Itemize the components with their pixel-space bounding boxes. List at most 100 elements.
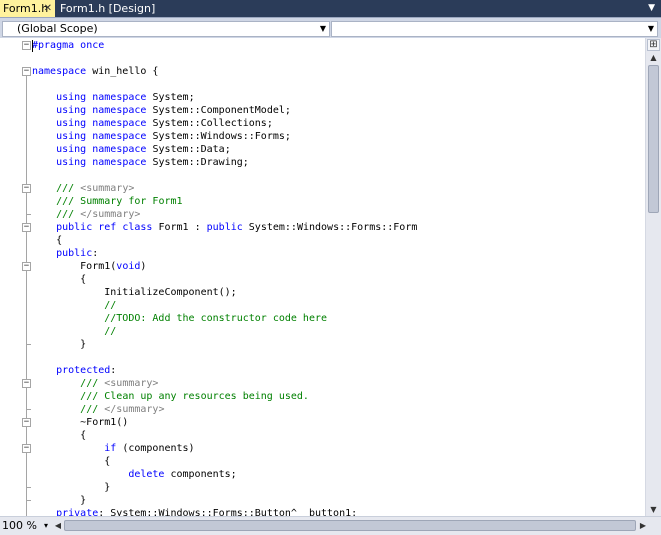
- code-line[interactable]: {: [32, 429, 86, 442]
- keyword-token: delete: [128, 469, 165, 480]
- code-line[interactable]: if (components): [32, 442, 194, 455]
- chevron-down-icon[interactable]: ▾: [44, 519, 48, 533]
- code-line[interactable]: {: [32, 273, 86, 286]
- scroll-down-icon[interactable]: ▼: [646, 503, 661, 516]
- vertical-scroll-thumb[interactable]: [648, 65, 659, 213]
- comment-token: ///: [56, 183, 81, 194]
- keyword-token: namespace: [92, 157, 147, 168]
- zoom-dropdown[interactable]: 100 % ▾: [2, 519, 50, 533]
- code-line[interactable]: InitializeComponent();: [32, 286, 236, 299]
- code-line[interactable]: }: [32, 338, 86, 351]
- collapse-icon[interactable]: −: [22, 184, 31, 193]
- doc-tag-token: <summary>: [104, 378, 159, 389]
- keyword-token: using: [56, 144, 87, 155]
- tab-list-dropdown-icon[interactable]: ▼: [648, 1, 655, 16]
- code-token: {: [32, 456, 111, 467]
- collapse-icon[interactable]: −: [22, 418, 31, 427]
- code-line[interactable]: //: [32, 325, 116, 338]
- code-line[interactable]: namespace win_hello {: [32, 65, 158, 78]
- vertical-scrollbar[interactable]: ⊞ ▲ ▼: [645, 38, 661, 516]
- code-line[interactable]: }: [32, 481, 110, 494]
- code-line[interactable]: /// </summary>: [32, 403, 164, 416]
- close-icon[interactable]: ✕: [44, 0, 52, 17]
- code-line[interactable]: //: [32, 299, 116, 312]
- tab-form1-h-design[interactable]: Form1.h [Design]: [57, 0, 155, 17]
- doc-tag-token: <summary>: [80, 183, 135, 194]
- code-line[interactable]: protected:: [32, 364, 116, 377]
- code-line[interactable]: /// <summary>: [32, 377, 158, 390]
- code-line[interactable]: //TODO: Add the constructor code here: [32, 312, 327, 325]
- code-line[interactable]: ~Form1(): [32, 416, 128, 429]
- keyword-token: ref: [98, 222, 117, 233]
- collapse-icon[interactable]: −: [22, 444, 31, 453]
- code-line[interactable]: using namespace System;: [32, 91, 195, 104]
- code-line[interactable]: public:: [32, 247, 98, 260]
- horizontal-scroll-thumb[interactable]: [64, 520, 636, 531]
- code-line[interactable]: using namespace System::Windows::Forms;: [32, 130, 291, 143]
- scroll-left-icon[interactable]: ◀: [52, 519, 64, 533]
- code-line[interactable]: using namespace System::ComponentModel;: [32, 104, 291, 117]
- keyword-token: using: [56, 92, 87, 103]
- editor-bottom-bar: 100 % ▾ ◀ ▶: [0, 516, 661, 535]
- doc-tag-token: </summary>: [80, 209, 141, 220]
- code-line[interactable]: }: [32, 494, 86, 507]
- block-end-mark: [26, 500, 31, 501]
- code-line[interactable]: using namespace System::Collections;: [32, 117, 273, 130]
- member-dropdown[interactable]: ▼: [331, 21, 658, 37]
- text-caret: [32, 40, 33, 52]
- code-editor[interactable]: − − − − − − − − #pragma once namespace win_hello…: [0, 38, 645, 516]
- keyword-token: namespace: [92, 118, 147, 129]
- code-line[interactable]: {: [32, 455, 110, 468]
- code-token: {: [32, 274, 87, 285]
- tab-form1-h[interactable]: Form1.h ✕: [0, 0, 55, 17]
- code-token: ): [140, 261, 147, 272]
- scroll-up-icon[interactable]: ▲: [646, 52, 661, 64]
- chevron-down-icon[interactable]: ▼: [320, 22, 326, 36]
- code-line[interactable]: {: [32, 234, 62, 247]
- code-line[interactable]: private: System::Windows::Forms::Button^…: [32, 507, 357, 516]
- code-area[interactable]: #pragma once namespace win_hello { using …: [32, 38, 642, 516]
- keyword-token: namespace: [92, 105, 147, 116]
- keyword-token: using: [56, 118, 87, 129]
- split-icon[interactable]: ⊞: [647, 39, 660, 51]
- code-line[interactable]: Form1(void): [32, 260, 146, 273]
- code-line[interactable]: /// Clean up any resources being used.: [32, 390, 309, 403]
- collapse-icon[interactable]: −: [22, 41, 31, 50]
- scope-dropdown[interactable]: (Global Scope) ▼: [2, 21, 330, 37]
- chevron-down-icon[interactable]: ▼: [648, 22, 654, 36]
- indicator-margin[interactable]: [0, 38, 20, 516]
- code-line[interactable]: #pragma once: [32, 39, 104, 52]
- document-tab-strip: Form1.h ✕ Form1.h [Design] ▼: [0, 0, 661, 17]
- code-line[interactable]: /// </summary>: [32, 208, 140, 221]
- code-line[interactable]: delete components;: [32, 468, 236, 481]
- code-line[interactable]: using namespace System::Data;: [32, 143, 231, 156]
- comment-token: /// Summary for Form1: [56, 196, 183, 207]
- zoom-value: 100 %: [2, 519, 37, 532]
- keyword-token: if: [104, 443, 117, 454]
- block-end-mark: [26, 344, 31, 345]
- collapse-icon[interactable]: −: [22, 223, 31, 232]
- keyword-token: namespace: [32, 66, 87, 77]
- code-line[interactable]: /// <summary>: [32, 182, 134, 195]
- code-token: }: [32, 482, 111, 493]
- keyword-token: using: [56, 131, 87, 142]
- tab-label: Form1.h [Design]: [60, 2, 156, 15]
- code-line[interactable]: public ref class Form1 : public System::…: [32, 221, 417, 234]
- collapse-icon[interactable]: −: [22, 67, 31, 76]
- collapse-icon[interactable]: −: [22, 262, 31, 271]
- code-line[interactable]: /// Summary for Form1: [32, 195, 183, 208]
- keyword-token: using: [56, 157, 87, 168]
- scroll-right-icon[interactable]: ▶: [637, 519, 649, 533]
- code-token: Form1 :: [152, 222, 207, 233]
- code-token: System::Drawing;: [146, 157, 249, 168]
- code-line[interactable]: using namespace System::Drawing;: [32, 156, 249, 169]
- collapse-icon[interactable]: −: [22, 379, 31, 388]
